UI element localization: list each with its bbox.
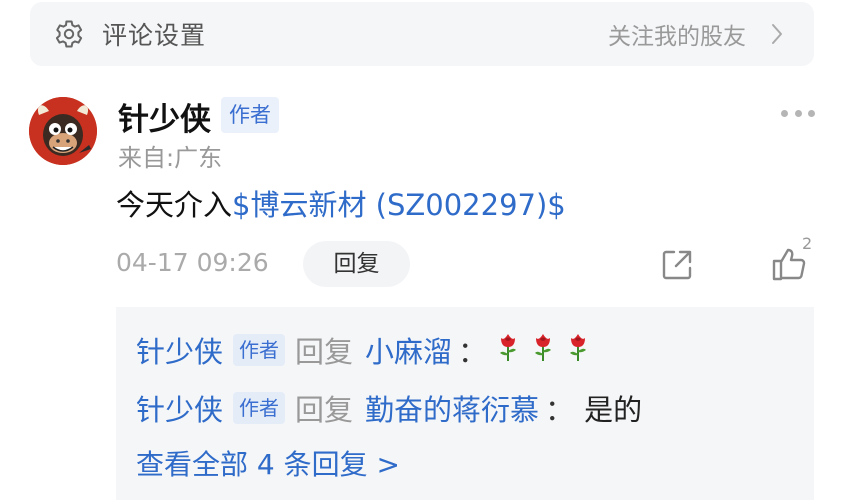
settings-title: 评论设置 [102,21,207,50]
reply-author[interactable]: 针少侠 [136,387,223,429]
reply-item[interactable]: 针少侠 作者 回复 小麻溜 ： [136,329,602,371]
reply-author[interactable]: 针少侠 [136,329,223,371]
reply-colon: ： [545,393,575,427]
rose-emoji [535,333,552,361]
avatar[interactable] [29,97,97,165]
reply-text: 是的 [584,393,643,427]
view-all-replies-link[interactable]: 查看全部 4 条回复 > [136,443,400,483]
location-source: 来自:广东 [118,144,223,172]
comment-text: 今天介入 [116,188,233,222]
author-badge: 作者 [233,392,286,424]
reply-target-user[interactable]: 小麻溜 [365,329,452,371]
author-badge: 作者 [221,97,279,133]
reply-item[interactable]: 针少侠 作者 回复 勤奋的蒋衍慕 ： 是的 [136,387,642,429]
comment-content: 今天介入$博云新材 (SZ002297)$ [116,182,566,224]
stock-tag-link[interactable]: $博云新材 (SZ002297)$ [232,188,566,222]
reply-colon: ： [458,335,488,369]
author-badge: 作者 [233,334,286,366]
replies-panel: 针少侠 作者 回复 小麻溜 ： 针少侠 作者 回复 勤奋的蒋衍慕 ： 是的 查看… [116,307,814,500]
reply-target-user[interactable]: 勤奋的蒋衍慕 [365,387,539,429]
chevron-right-icon[interactable] [770,20,788,48]
more-options-icon[interactable] [781,106,815,120]
reply-button[interactable]: 回复 [303,241,410,287]
follow-friends-link[interactable]: 关注我的股友 [608,17,746,51]
rose-emoji [570,333,587,361]
rose-emoji [500,333,517,361]
reply-verb: 回复 [295,335,354,369]
bull-cartoon-avatar [29,97,97,165]
comment-settings-bar[interactable]: 评论设置 关注我的股友 [30,2,814,66]
timestamp: 04-17 09:26 [116,248,269,277]
gear-icon [52,17,86,51]
share-icon[interactable] [660,248,694,282]
username[interactable]: 针少侠 [118,94,211,139]
rose-emojis [497,332,602,369]
like-count: 2 [802,234,813,253]
reply-verb: 回复 [295,393,354,427]
